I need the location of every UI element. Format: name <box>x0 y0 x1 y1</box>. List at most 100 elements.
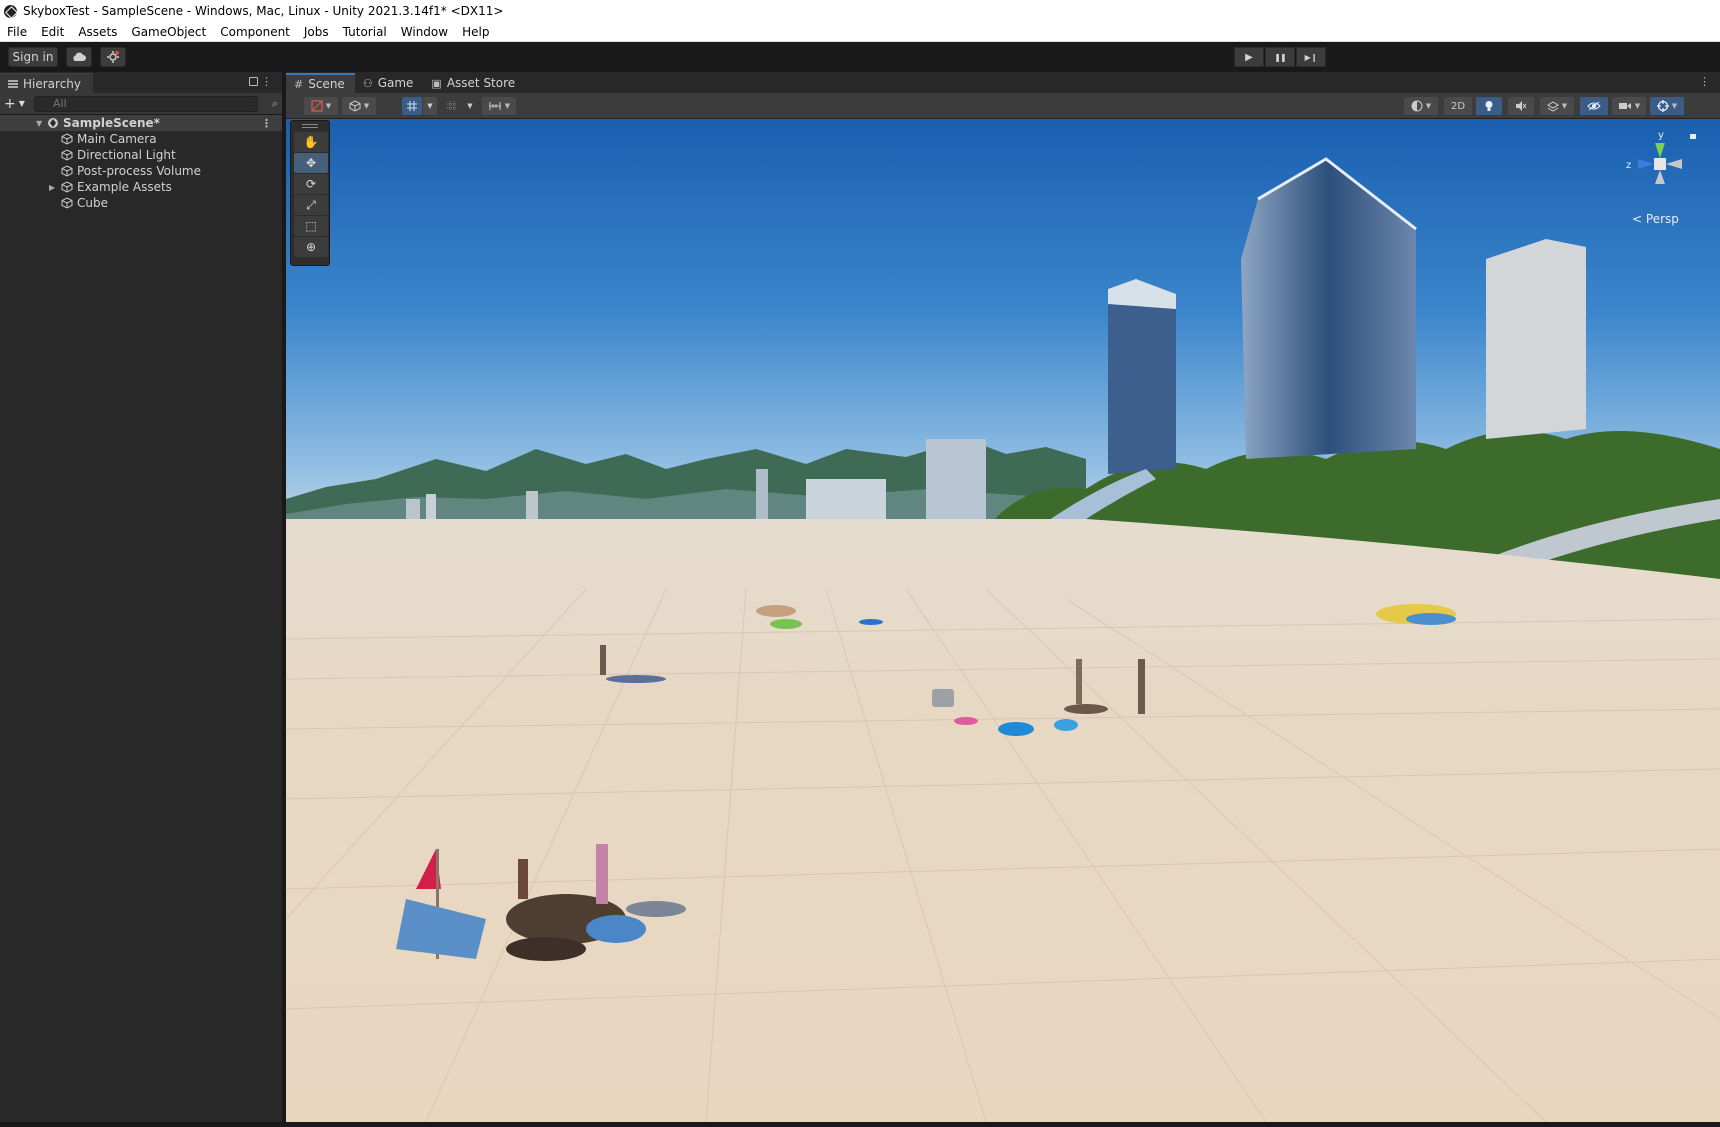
hierarchy-search-bar: +▼ ⌕ <box>0 93 282 115</box>
hierarchy-item-label: Post-process Volume <box>77 164 201 178</box>
chevron-down-icon: ▼ <box>1634 102 1641 110</box>
hierarchy-item-example-assets[interactable]: ▶ Example Assets <box>0 179 282 195</box>
gizmo-z-axis-arrow[interactable] <box>1638 159 1654 169</box>
toggle-2d-button[interactable]: 2D <box>1444 97 1472 115</box>
pause-button[interactable]: ❚❚ <box>1265 47 1295 67</box>
hand-icon: ✋ <box>303 135 319 149</box>
rect-icon: ⬚ <box>305 219 317 233</box>
scene-viewport[interactable] <box>286 119 1720 1122</box>
tab-hierarchy[interactable]: Hierarchy <box>0 73 94 93</box>
chevron-down-icon: ▼ <box>427 102 433 110</box>
draw-mode-dropdown[interactable]: ▼ <box>304 97 338 115</box>
rect-tool-button[interactable]: ⬚ <box>294 216 328 236</box>
hierarchy-search-input[interactable] <box>34 95 258 112</box>
grid-icon <box>447 101 457 111</box>
gizmo-neg-y-arrow[interactable] <box>1655 170 1665 184</box>
menu-window[interactable]: Window <box>394 25 455 39</box>
grid-visibility-toggle[interactable] <box>442 97 462 115</box>
hierarchy-item-main-camera[interactable]: Main Camera <box>0 131 282 147</box>
foldout-collapsed-icon[interactable]: ▶ <box>49 183 55 192</box>
hierarchy-item-cube[interactable]: Cube <box>0 195 282 211</box>
projection-toggle[interactable]: < Persp <box>1632 212 1679 226</box>
hierarchy-item-post-process-volume[interactable]: Post-process Volume <box>0 163 282 179</box>
collab-button[interactable] <box>100 47 126 67</box>
scene-more-icon[interactable]: ⋮ <box>261 117 272 130</box>
scene-visibility-toggle[interactable] <box>1580 97 1608 115</box>
shaded-sphere-icon <box>1411 100 1423 112</box>
render-mode-dropdown[interactable]: ▼ <box>342 97 376 115</box>
window-title-bar: SkyboxTest - SampleScene - Windows, Mac,… <box>0 0 1720 22</box>
menu-help[interactable]: Help <box>455 25 496 39</box>
play-button[interactable]: ▶ <box>1234 47 1264 67</box>
main-toolbar: Sign in ▶ ❚❚ ▶❙ <box>0 42 1720 72</box>
step-button[interactable]: ▶❙ <box>1296 47 1326 67</box>
store-bag-icon: ▣ <box>431 76 442 90</box>
hierarchy-tab-label: Hierarchy <box>23 76 82 91</box>
transform-tools-overlay: ✋ ✥ ⟳ ⤢ ⬚ ⊕ <box>290 120 330 266</box>
hierarchy-item-label: Example Assets <box>77 180 172 194</box>
menu-edit[interactable]: Edit <box>34 25 71 39</box>
foldout-expanded-icon[interactable]: ▼ <box>36 119 42 128</box>
gizmos-dropdown[interactable]: ▼ <box>1650 97 1684 115</box>
toggle-2d-label: 2D <box>1450 100 1466 112</box>
move-tool-button[interactable]: ✥ <box>294 153 328 173</box>
tab-label: Game <box>377 76 414 90</box>
gizmo-z-label: z <box>1626 160 1631 171</box>
create-button[interactable]: + ▼ <box>4 96 34 112</box>
chevron-down-icon: ▼ <box>325 102 332 110</box>
effects-dropdown[interactable]: ▼ <box>1540 97 1574 115</box>
chevron-down-icon: ▼ <box>18 99 25 108</box>
grid-snapping-dropdown[interactable]: ▼ <box>423 97 437 115</box>
scene-panel: # Scene ⚇ Game ▣ Asset Store ⋮ ▼ ▼ ▼ ▼ ▼ <box>286 72 1720 1122</box>
hand-tool-button[interactable]: ✋ <box>294 132 328 152</box>
scene-name: SampleScene* <box>63 116 160 130</box>
hierarchy-item-directional-light[interactable]: Directional Light <box>0 147 282 163</box>
gameobject-cube-icon <box>61 197 73 209</box>
tab-game[interactable]: ⚇ Game <box>355 73 424 93</box>
menu-jobs[interactable]: Jobs <box>297 25 336 39</box>
menu-component[interactable]: Component <box>213 25 297 39</box>
rotate-icon: ⟳ <box>305 177 317 191</box>
play-icon: ▶ <box>1245 51 1253 63</box>
menu-tutorial[interactable]: Tutorial <box>336 25 394 39</box>
hierarchy-list: ▼ SampleScene* ⋮ Main Camera Directional… <box>0 115 282 211</box>
scene-more-options-icon[interactable]: ⋮ <box>1699 75 1710 88</box>
menu-gameobject[interactable]: GameObject <box>124 25 213 39</box>
tab-scene[interactable]: # Scene <box>286 73 355 93</box>
increment-snap-dropdown[interactable]: ▼ <box>482 97 516 115</box>
gizmo-center-cube[interactable] <box>1654 158 1666 170</box>
scene-row[interactable]: ▼ SampleScene* ⋮ <box>0 115 282 131</box>
lock-icon[interactable] <box>249 77 258 86</box>
menu-assets[interactable]: Assets <box>71 25 124 39</box>
overlay-grip-handle[interactable] <box>291 121 329 131</box>
camera-settings-dropdown[interactable]: ▼ <box>1612 97 1646 115</box>
cloud-button[interactable] <box>66 47 92 67</box>
gizmo-lock-icon[interactable] <box>1690 134 1696 139</box>
hierarchy-item-label: Main Camera <box>77 132 157 146</box>
lighting-toggle[interactable] <box>1476 97 1502 115</box>
audio-toggle[interactable] <box>1508 97 1534 115</box>
transform-tool-button[interactable]: ⊕ <box>294 237 328 257</box>
sign-in-button[interactable]: Sign in <box>8 47 58 67</box>
transform-icon: ⊕ <box>305 240 317 254</box>
more-options-icon[interactable]: ⋮ <box>261 75 272 88</box>
tab-asset-store[interactable]: ▣ Asset Store <box>423 73 525 93</box>
lightbulb-icon <box>1485 101 1493 111</box>
grid-snap-icon <box>407 101 417 111</box>
scale-icon: ⤢ <box>306 197 316 212</box>
chevron-down-icon: ▼ <box>467 102 473 110</box>
rotate-tool-button[interactable]: ⟳ <box>294 174 328 194</box>
shading-dropdown[interactable]: ▼ <box>1404 97 1438 115</box>
gizmo-y-axis-arrow[interactable] <box>1655 143 1665 158</box>
search-options-icon[interactable]: ⌕ <box>258 97 278 111</box>
menu-file[interactable]: File <box>0 25 34 39</box>
scale-tool-button[interactable]: ⤢ <box>294 195 328 215</box>
gizmo-neg-x-arrow[interactable] <box>1666 159 1682 169</box>
pause-icon: ❚❚ <box>1274 52 1286 62</box>
chevron-down-icon: ▼ <box>1561 102 1568 110</box>
gameobject-cube-icon <box>61 165 73 177</box>
grid-snapping-toggle[interactable] <box>402 97 422 115</box>
collab-icon <box>107 51 119 63</box>
grid-visibility-dropdown[interactable]: ▼ <box>463 97 477 115</box>
plus-icon: + <box>4 95 16 112</box>
